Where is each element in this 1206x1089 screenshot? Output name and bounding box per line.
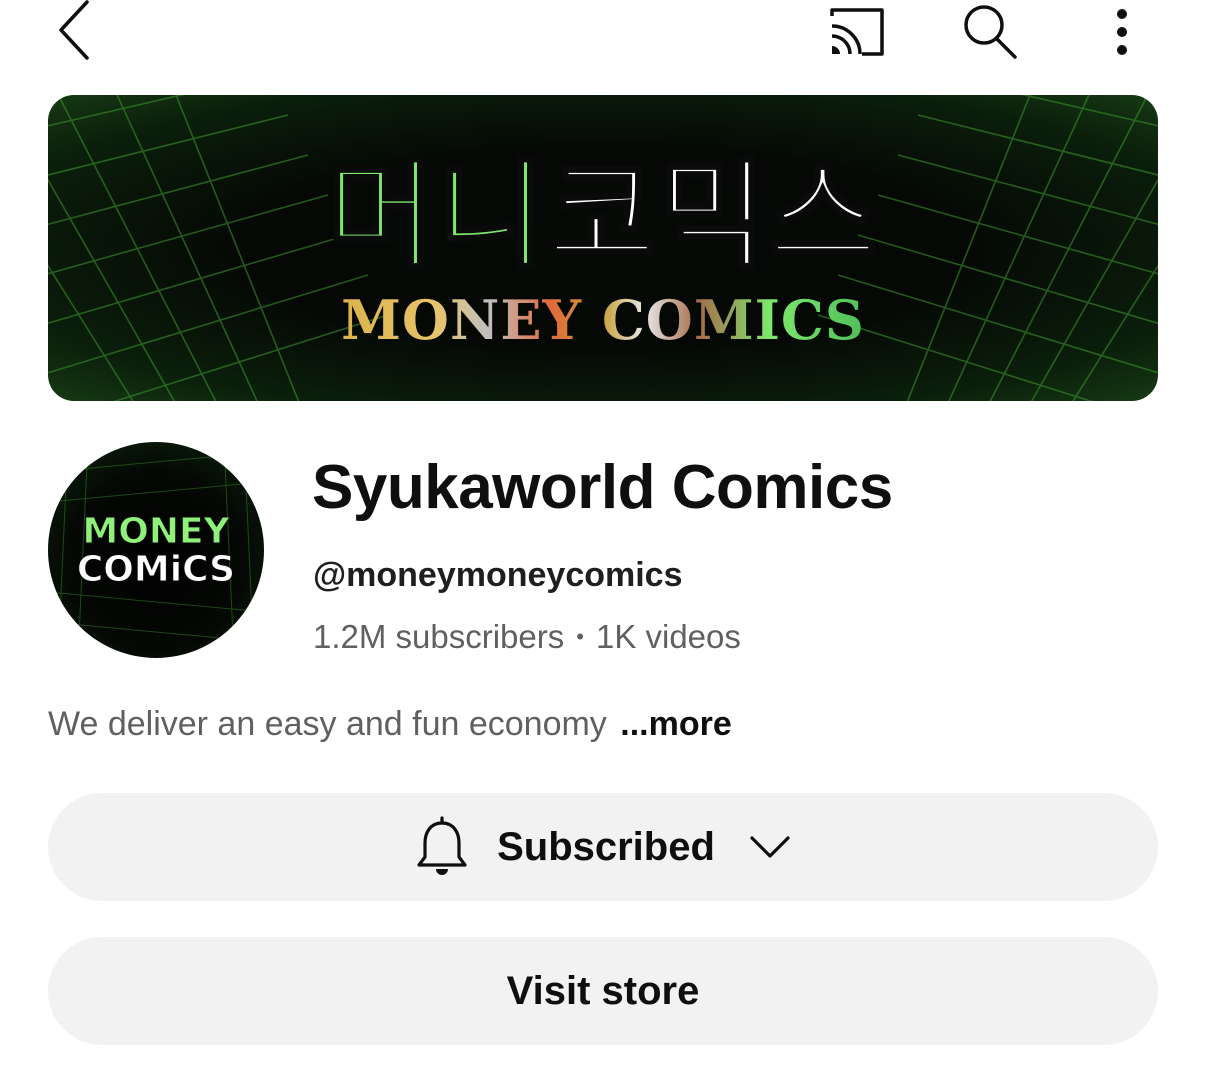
banner-korean-title: 머니코믹스	[48, 156, 1158, 277]
banner-title-green: 머니	[325, 147, 548, 285]
banner-subtitle: MONEY COMICS	[48, 293, 1158, 347]
banner-subtitle-text: MONEY COMICS	[341, 288, 865, 352]
description-text: We deliver an easy and fun economy	[48, 705, 607, 743]
channel-banner: 머니코믹스 MONEY COMICS	[48, 95, 1158, 401]
banner-title-white: 코믹스	[546, 147, 880, 285]
channel-stats: 1.2M subscribers • 1K videos	[313, 618, 741, 656]
more-options-button[interactable]	[1096, 0, 1148, 64]
visit-store-button[interactable]: Visit store	[48, 937, 1158, 1045]
more-vertical-icon	[1117, 9, 1127, 55]
cast-icon	[830, 8, 884, 56]
channel-name: Syukaworld Comics	[312, 453, 893, 522]
subscribed-label: Subscribed	[497, 824, 715, 869]
stats-separator: •	[576, 624, 584, 649]
bell-icon	[415, 815, 469, 879]
avatar-line2: COMiCS	[76, 549, 236, 590]
search-button[interactable]	[950, 0, 1030, 64]
cast-button[interactable]	[818, 0, 896, 64]
chevron-down-icon	[749, 834, 791, 860]
search-icon	[964, 5, 1017, 59]
visit-store-label: Visit store	[506, 968, 700, 1013]
top-app-bar	[0, 0, 1206, 80]
channel-handle: @moneymoneycomics	[313, 556, 683, 594]
channel-description[interactable]: We deliver an easy and fun economy ...mo…	[48, 705, 732, 744]
chevron-left-icon	[59, 0, 89, 60]
subscriber-count: 1.2M subscribers	[313, 618, 565, 655]
avatar-line1: MONEY	[82, 511, 230, 552]
more-link[interactable]: ...more	[620, 705, 731, 743]
back-button[interactable]	[40, 0, 110, 64]
video-count: 1K videos	[595, 618, 741, 655]
channel-avatar[interactable]: MONEY COMiCS	[48, 442, 264, 658]
subscribed-button[interactable]: Subscribed	[48, 793, 1158, 901]
avatar-logo-text: MONEY COMiCS	[48, 511, 264, 590]
